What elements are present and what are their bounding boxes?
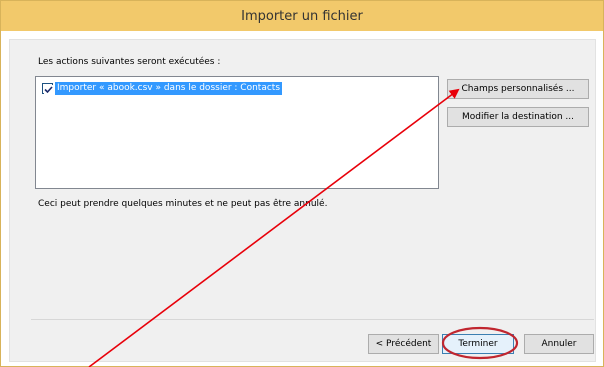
dialog-titlebar: Importer un fichier — [1, 1, 603, 31]
dialog-title: Importer un fichier — [241, 8, 363, 24]
actions-label: Les actions suivantes seront exécutées : — [38, 57, 221, 67]
list-item[interactable]: Importer « abook.csv » dans le dossier :… — [42, 81, 283, 95]
change-destination-button[interactable]: Modifier la destination ... — [447, 107, 589, 127]
previous-button[interactable]: < Précédent — [368, 334, 439, 354]
checkbox-checked-icon[interactable] — [42, 82, 53, 94]
custom-fields-button[interactable]: Champs personnalisés ... — [447, 79, 589, 99]
notice-text: Ceci peut prendre quelques minutes et ne… — [38, 199, 328, 209]
footer-separator — [31, 319, 594, 320]
list-item-label: Importer « abook.csv » dans le dossier :… — [55, 81, 283, 95]
actions-listbox[interactable]: Importer « abook.csv » dans le dossier :… — [35, 76, 439, 189]
cancel-button[interactable]: Annuler — [524, 334, 594, 354]
import-dialog: Importer un fichier Les actions suivante… — [0, 0, 604, 367]
finish-button[interactable]: Terminer — [442, 334, 514, 354]
